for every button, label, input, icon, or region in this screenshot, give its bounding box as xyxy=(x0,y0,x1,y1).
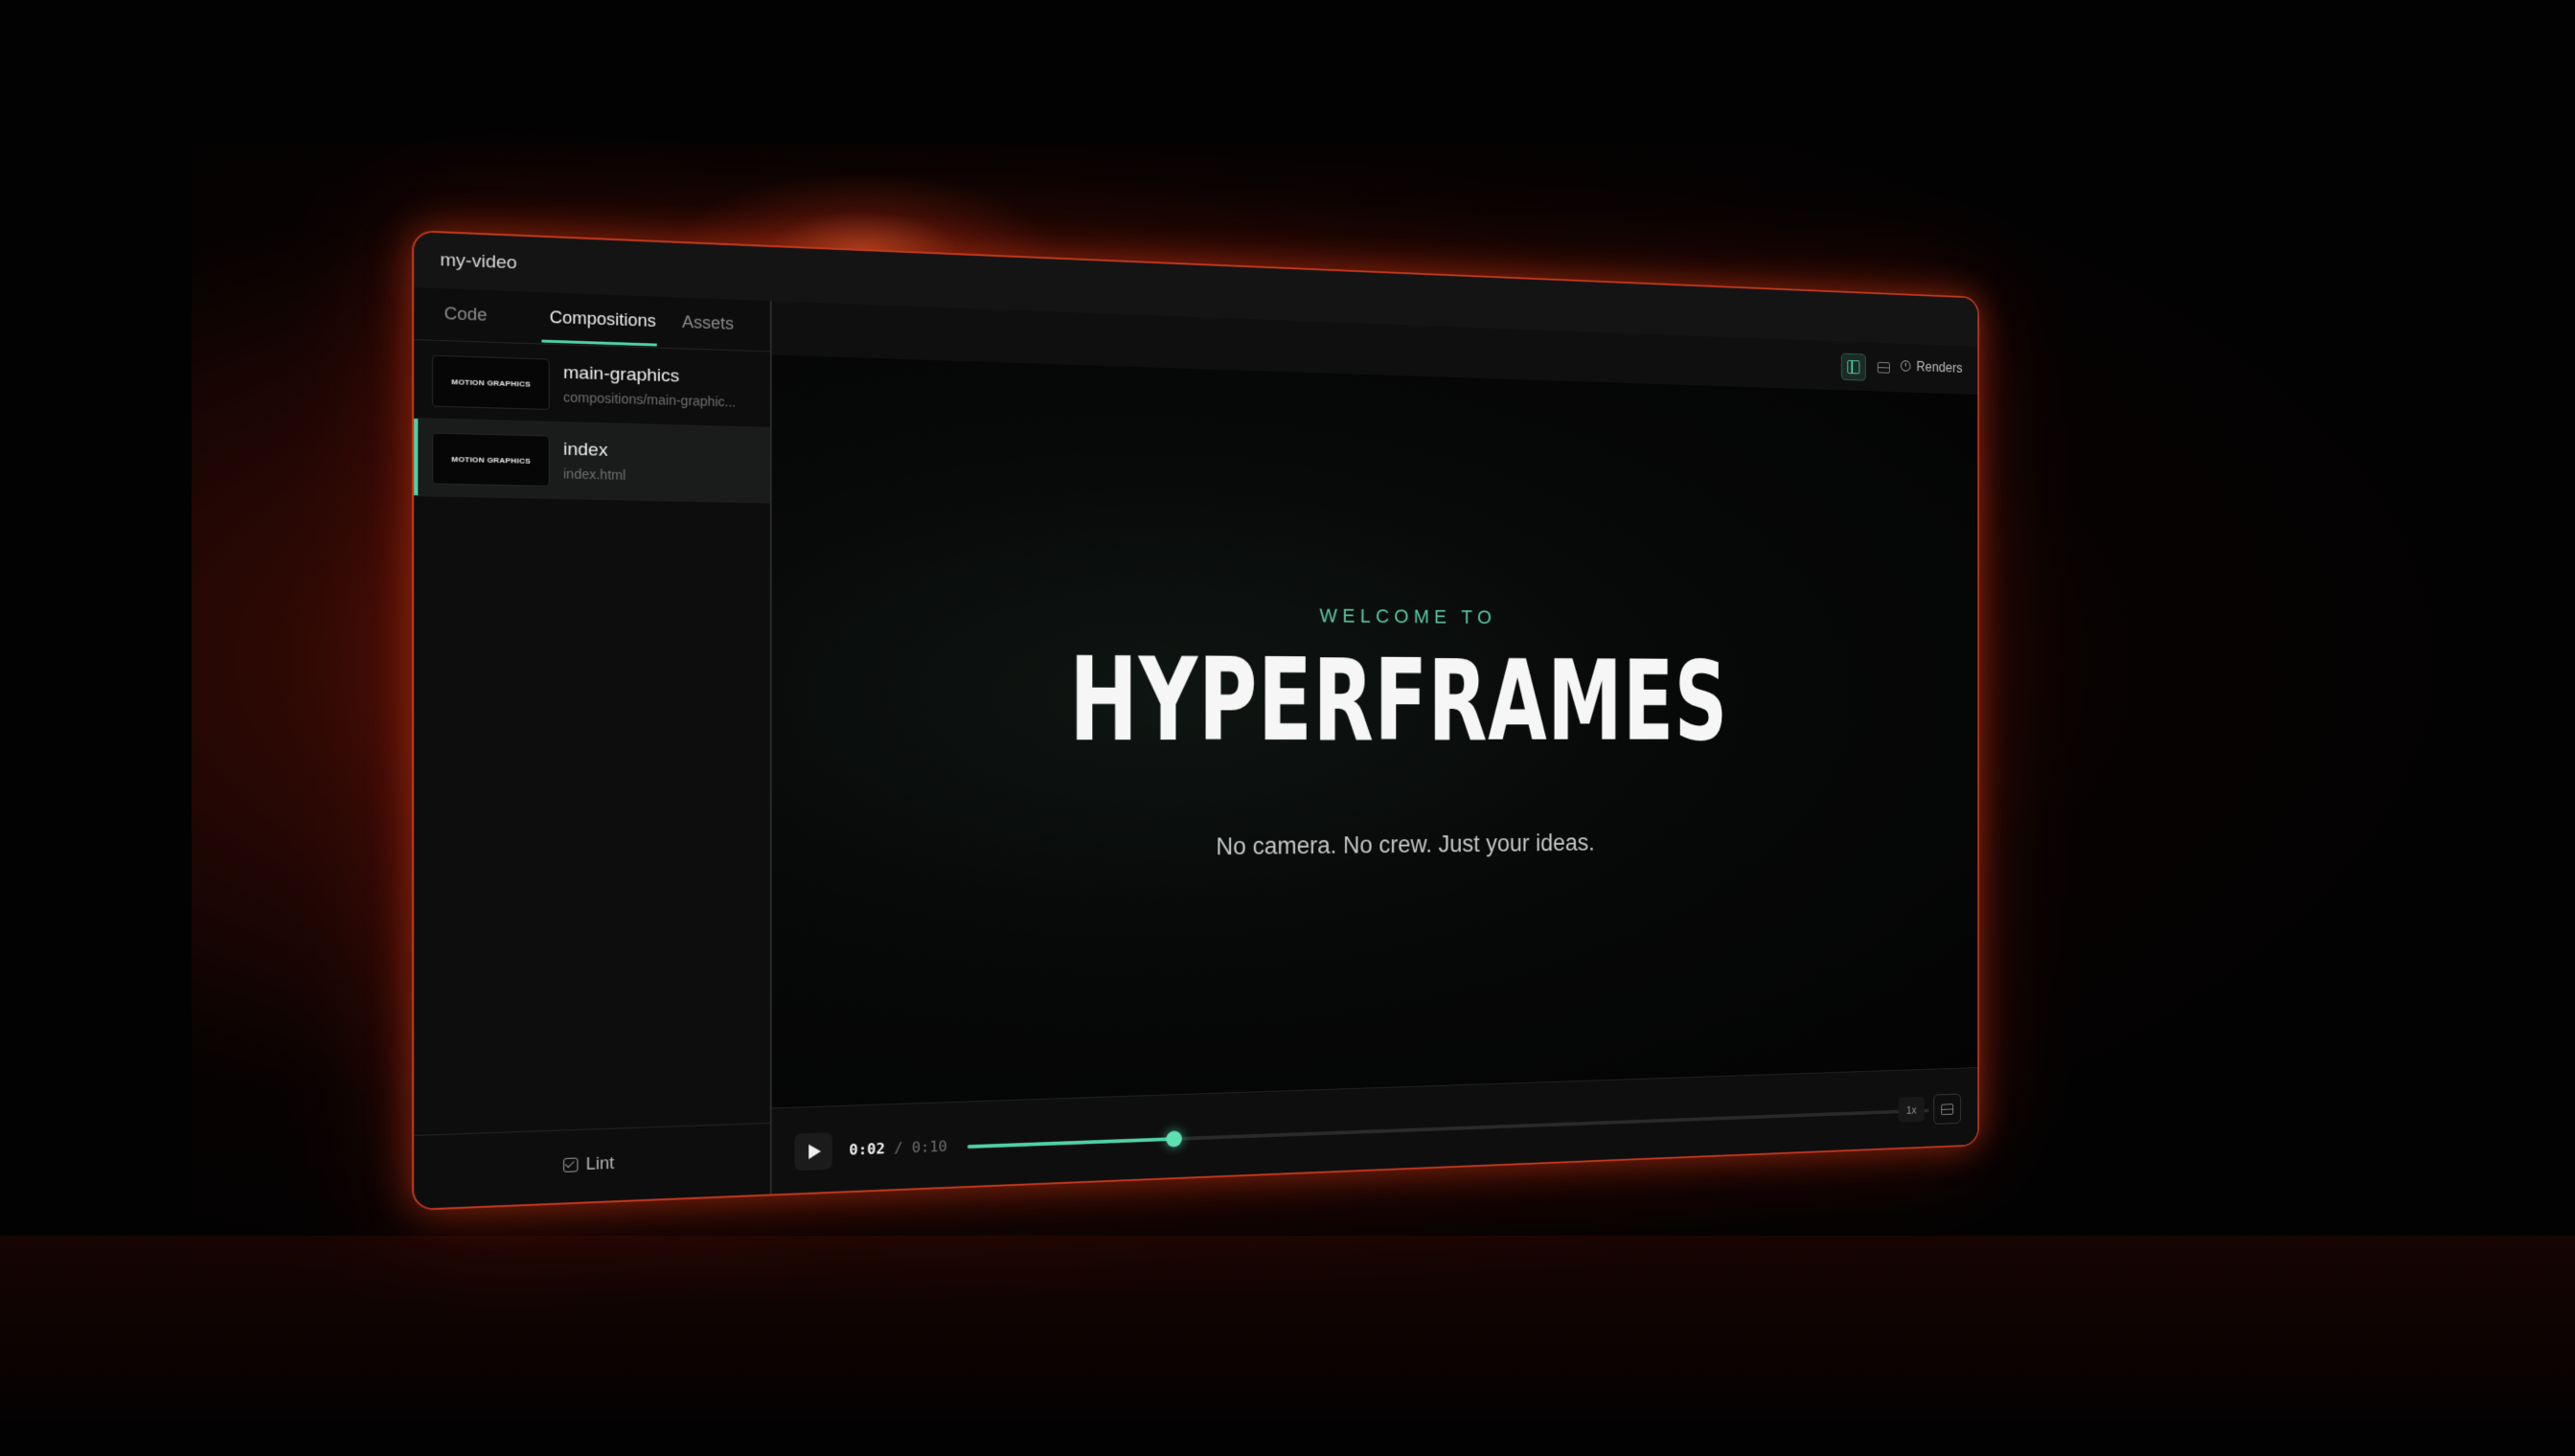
layout-icon xyxy=(1878,361,1890,373)
video-preview[interactable]: WELCOME TO HYPERFRAMES No camera. No cre… xyxy=(772,354,1978,1108)
checkbox-icon xyxy=(563,1158,578,1172)
tab-compositions[interactable]: Compositions xyxy=(550,307,656,331)
composition-path: index.html xyxy=(563,466,626,483)
play-button[interactable] xyxy=(794,1132,832,1171)
main-area: Renders WELCOME TO HYPERFRAMES No camera… xyxy=(772,301,1978,1194)
panel-left-icon xyxy=(1847,360,1859,374)
composition-item-index[interactable]: MOTION GRAPHICS index index.html xyxy=(414,419,770,503)
composition-thumbnail: MOTION GRAPHICS xyxy=(432,355,550,410)
time-separator: / xyxy=(894,1139,902,1157)
lint-bar: Lint xyxy=(414,1123,770,1209)
composition-name: index xyxy=(563,440,607,462)
time-display: 0:02 / 0:10 xyxy=(849,1137,947,1158)
duration: 0:10 xyxy=(912,1137,947,1156)
renders-label: Renders xyxy=(1916,360,1962,375)
lint-label: Lint xyxy=(586,1153,615,1173)
preview-tagline: No camera. No crew. Just your ideas. xyxy=(772,826,1978,866)
window-title: my-video xyxy=(440,250,516,274)
current-time: 0:02 xyxy=(849,1140,884,1159)
stage: my-video Code Compositions Assets MOTION… xyxy=(0,0,2575,1456)
fullscreen-icon xyxy=(1941,1103,1953,1115)
play-icon xyxy=(809,1144,821,1159)
clock-icon xyxy=(1901,360,1910,372)
timeline-progress xyxy=(968,1137,1174,1149)
composition-name: main-graphics xyxy=(563,363,679,387)
layout-button[interactable] xyxy=(1872,354,1895,380)
sidebar: Code Compositions Assets MOTION GRAPHICS… xyxy=(414,287,772,1209)
lint-button[interactable]: Lint xyxy=(563,1153,614,1175)
composition-item-main-graphics[interactable]: MOTION GRAPHICS main-graphics compositio… xyxy=(414,341,770,428)
playhead-handle[interactable] xyxy=(1166,1130,1182,1147)
preview-headline: HYPERFRAMES xyxy=(958,642,1825,759)
fullscreen-button[interactable] xyxy=(1933,1094,1961,1125)
playback-speed-button[interactable]: 1x xyxy=(1899,1097,1925,1123)
tab-assets[interactable]: Assets xyxy=(682,312,734,333)
app-window: my-video Code Compositions Assets MOTION… xyxy=(412,230,1979,1211)
preview-eyebrow: WELCOME TO xyxy=(772,598,1978,633)
composition-thumbnail: MOTION GRAPHICS xyxy=(432,433,550,487)
renders-button[interactable]: Renders xyxy=(1901,359,1963,376)
tab-code[interactable]: Code xyxy=(444,304,488,326)
toggle-sidebar-button[interactable] xyxy=(1841,353,1866,381)
timeline-scrubber[interactable] xyxy=(968,1109,1929,1149)
composition-path: compositions/main-graphic... xyxy=(563,390,736,410)
